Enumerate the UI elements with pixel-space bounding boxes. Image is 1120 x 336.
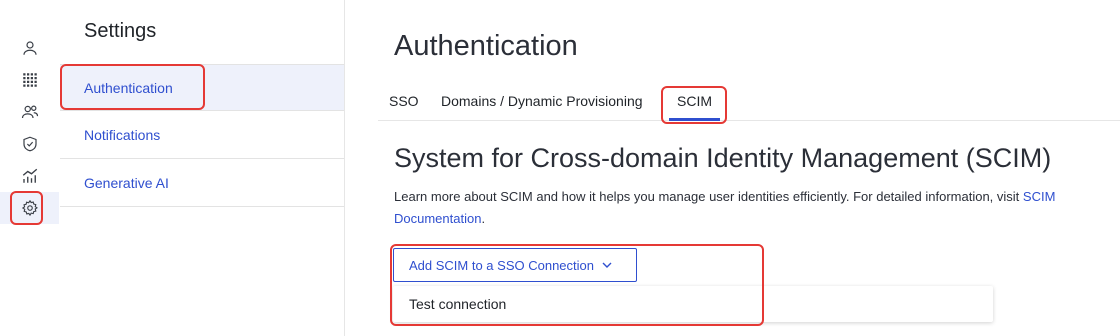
settings-panel: Settings Authentication Notifications Ge… (60, 0, 345, 336)
add-scim-button[interactable]: Add SCIM to a SSO Connection (393, 248, 637, 282)
menu-item-generative-ai[interactable]: Generative AI (60, 160, 344, 207)
description-end: . (481, 211, 486, 226)
analytics-icon (22, 168, 37, 183)
users-icon (21, 105, 38, 119)
scim-description: Learn more about SCIM and how it helps y… (394, 186, 1114, 230)
tab-sso[interactable]: SSO (389, 84, 419, 120)
description-text: Learn more about SCIM and how it helps y… (394, 189, 1023, 204)
rail-item-security[interactable] (0, 128, 59, 160)
tab-domains[interactable]: Domains / Dynamic Provisioning (441, 84, 643, 120)
icon-rail (0, 0, 61, 336)
scim-dropdown-menu: Test connection (393, 286, 993, 322)
settings-title: Settings (84, 20, 157, 42)
rail-item-profile[interactable] (0, 32, 59, 64)
menu-item-notifications[interactable]: Notifications (60, 112, 344, 159)
shield-icon (22, 136, 37, 152)
section-title: System for Cross-domain Identity Managem… (394, 143, 1052, 173)
menu-item-authentication[interactable]: Authentication (60, 64, 344, 111)
rail-item-analytics[interactable] (0, 160, 59, 192)
chevron-down-icon (602, 262, 612, 268)
tab-bar: SSO Domains / Dynamic Provisioning SCIM (378, 84, 1120, 121)
rail-item-settings[interactable] (0, 192, 59, 224)
main-content: Authentication SSO Domains / Dynamic Pro… (344, 0, 1120, 336)
tab-scim[interactable]: SCIM (669, 84, 720, 121)
user-icon (22, 41, 37, 55)
page-title: Authentication (394, 30, 578, 62)
gear-icon (21, 199, 38, 217)
apps-grid-icon (22, 73, 37, 87)
dropdown-item-test-connection[interactable]: Test connection (409, 286, 506, 322)
rail-item-users[interactable] (0, 96, 59, 128)
add-scim-button-label: Add SCIM to a SSO Connection (409, 257, 594, 273)
rail-item-apps[interactable] (0, 64, 59, 96)
